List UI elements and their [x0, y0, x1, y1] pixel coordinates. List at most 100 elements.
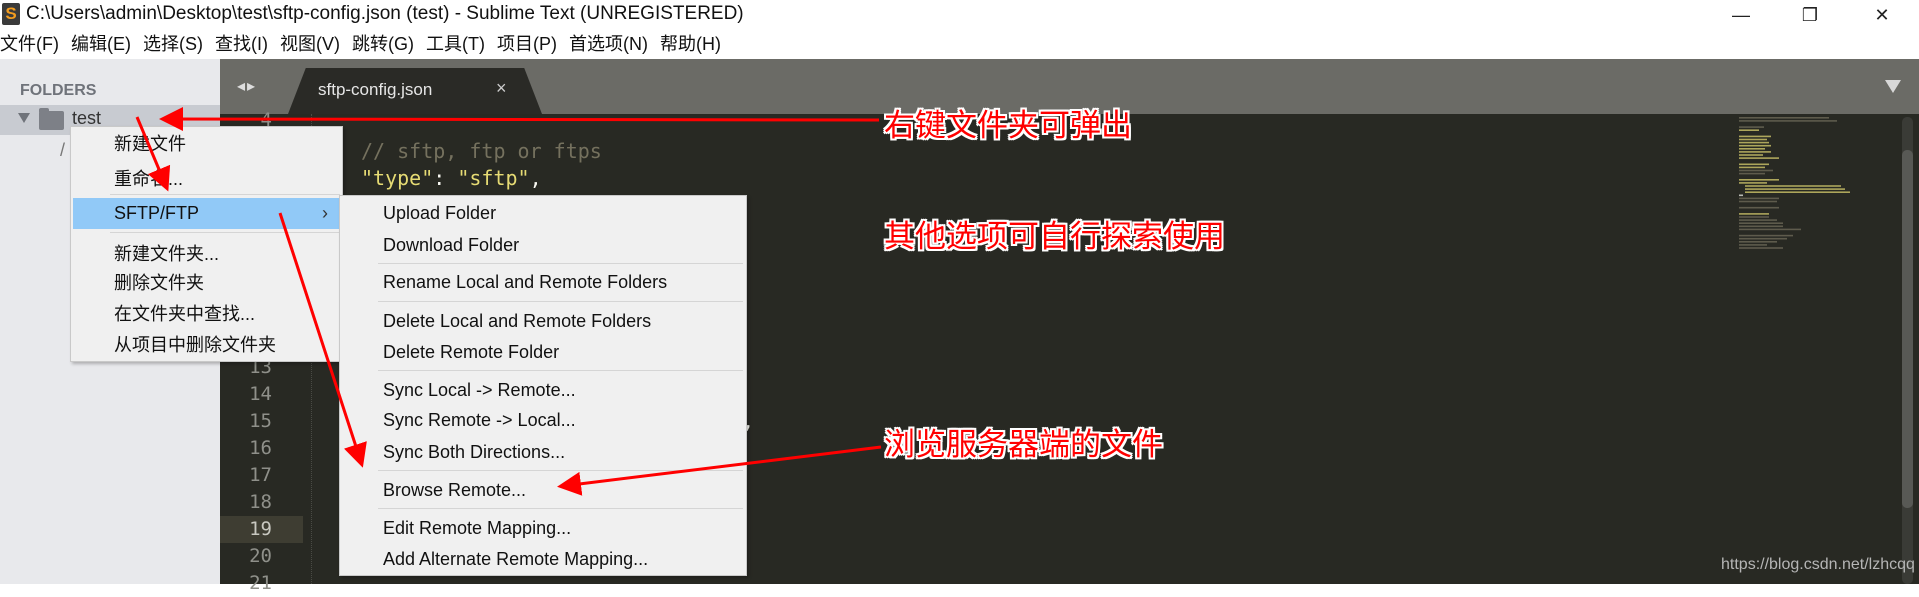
sftp-delete-remote[interactable]: Delete Remote Folder: [383, 337, 559, 367]
sublime-logo-icon: S: [2, 3, 20, 25]
code-line-type: "type": "sftp",: [361, 165, 542, 192]
line-number: 17: [249, 464, 272, 486]
sftp-edit-mapping[interactable]: Edit Remote Mapping...: [383, 513, 571, 543]
sftp-delete-local-remote[interactable]: Delete Local and Remote Folders: [383, 306, 651, 336]
minimap-line: [1739, 216, 1769, 218]
scrollbar-thumb[interactable]: [1902, 150, 1913, 508]
minimap-line: [1739, 129, 1759, 131]
json-key: "type": [361, 166, 434, 190]
minimap-line: [1739, 182, 1767, 184]
watermark: https://blog.csdn.net/lzhcqq: [1721, 556, 1915, 573]
sftp-rename-folders[interactable]: Rename Local and Remote Folders: [383, 267, 667, 297]
minimap-line: [1739, 151, 1771, 153]
sftp-sync-both[interactable]: Sync Both Directions...: [383, 437, 565, 467]
menu-bar: 文件(F) 编辑(E) 选择(S) 查找(I) 视图(V) 跳转(G) 工具(T…: [0, 30, 1919, 59]
menu-goto[interactable]: 跳转(G): [352, 30, 420, 59]
tab-nav-arrows-icon[interactable]: ◂▸: [237, 76, 257, 96]
line-number: 14: [249, 383, 272, 405]
sidebar-file-item[interactable]: /: [60, 140, 65, 161]
minimap-line: [1739, 120, 1837, 122]
ctx-new-file[interactable]: 新建文件: [114, 129, 186, 159]
code-comment: // sftp, ftp or ftps: [361, 139, 602, 163]
ctx-new-folder[interactable]: 新建文件夹...: [114, 239, 219, 269]
window-title: C:\Users\admin\Desktop\test\sftp-config.…: [26, 3, 744, 24]
sftp-browse-remote[interactable]: Browse Remote...: [383, 475, 526, 505]
minimap-line: [1739, 213, 1769, 215]
line-number: 16: [249, 437, 272, 459]
minimap-line: [1739, 172, 1765, 175]
menu-project[interactable]: 项目(P): [497, 30, 563, 59]
ctx-delete-folder[interactable]: 删除文件夹: [114, 268, 204, 298]
close-window-button[interactable]: ✕: [1852, 0, 1912, 30]
menu-file[interactable]: 文件(F): [0, 30, 65, 59]
minimap-line: [1739, 200, 1777, 203]
line-number: 18: [249, 491, 272, 513]
ctx-rename[interactable]: 重命名...: [114, 164, 183, 194]
sftp-add-alt-mapping[interactable]: Add Alternate Remote Mapping...: [383, 544, 648, 574]
submenu-chevron-icon: ›: [322, 203, 328, 223]
tab-dropdown-icon[interactable]: [1885, 80, 1901, 93]
sftp-sync-remote-local[interactable]: Sync Remote -> Local...: [383, 405, 576, 435]
menu-selection[interactable]: 选择(S): [143, 30, 209, 59]
annotation-other-options: 其他选项可自行探索使用: [884, 219, 1225, 255]
minimap-line: [1739, 244, 1767, 246]
minimap-line: [1739, 206, 1779, 209]
minimap-line: [1739, 166, 1765, 169]
menu-separator: [378, 370, 743, 371]
minimap-line: [1739, 126, 1764, 128]
menu-help[interactable]: 帮助(H): [660, 30, 727, 59]
annotation-right-click: 右键文件夹可弹出: [884, 108, 1132, 144]
minimap-line: [1745, 185, 1841, 187]
minimap-line: [1739, 117, 1829, 119]
menu-separator: [110, 194, 340, 195]
minimap-line: [1739, 241, 1777, 243]
minimap-line: [1739, 154, 1763, 156]
minimap-line: [1739, 135, 1771, 138]
menu-separator: [110, 232, 340, 233]
minimap-line: [1739, 222, 1783, 224]
minimap-line: [1739, 157, 1779, 159]
tab-close-icon[interactable]: ×: [496, 78, 507, 99]
minimize-button[interactable]: —: [1711, 0, 1771, 30]
menu-view[interactable]: 视图(V): [280, 30, 346, 59]
tab-label[interactable]: sftp-config.json: [318, 80, 432, 100]
folder-icon: [39, 108, 64, 130]
line-number-current: 19: [249, 518, 272, 540]
folders-heading: FOLDERS: [20, 82, 97, 99]
menu-separator: [378, 470, 743, 471]
minimap-line: [1739, 138, 1767, 141]
minimap-line: [1739, 228, 1801, 231]
minimap-line: [1739, 219, 1777, 221]
menu-tools[interactable]: 工具(T): [426, 30, 491, 59]
minimap-line: [1739, 148, 1765, 150]
annotation-browse-remote: 浏览服务器端的文件: [884, 427, 1163, 463]
menu-find[interactable]: 查找(I): [215, 30, 274, 59]
line-number: 20: [249, 545, 272, 567]
menu-separator: [378, 301, 743, 302]
json-value: "sftp": [457, 166, 530, 190]
json-colon: :: [433, 166, 458, 190]
expand-triangle-icon[interactable]: [18, 113, 30, 123]
minimap-line: [1739, 169, 1773, 172]
minimap-line: [1745, 188, 1845, 190]
restore-button[interactable]: ❐: [1780, 0, 1840, 30]
minimap-line: [1745, 191, 1850, 193]
minimap-line: [1739, 194, 1743, 197]
menu-edit[interactable]: 编辑(E): [71, 30, 137, 59]
sftp-upload-folder[interactable]: Upload Folder: [383, 198, 496, 228]
menu-preferences[interactable]: 首选项(N): [569, 30, 654, 59]
ctx-find-in-folder[interactable]: 在文件夹中查找...: [114, 299, 255, 329]
minimap-line: [1739, 163, 1769, 166]
sftp-download-folder[interactable]: Download Folder: [383, 230, 519, 260]
menu-separator: [378, 263, 743, 264]
sftp-sync-local-remote[interactable]: Sync Local -> Remote...: [383, 375, 576, 405]
minimap-line: [1739, 225, 1783, 228]
minimap-line: [1739, 247, 1783, 249]
minimap[interactable]: [1735, 113, 1850, 258]
line-number: 15: [249, 410, 272, 432]
ctx-sftp-ftp[interactable]: SFTP/FTP: [114, 198, 199, 228]
minimap-line: [1739, 197, 1779, 200]
json-comma: ,: [529, 166, 542, 190]
minimap-line: [1739, 141, 1769, 144]
ctx-remove-from-project[interactable]: 从项目中删除文件夹: [114, 330, 276, 360]
